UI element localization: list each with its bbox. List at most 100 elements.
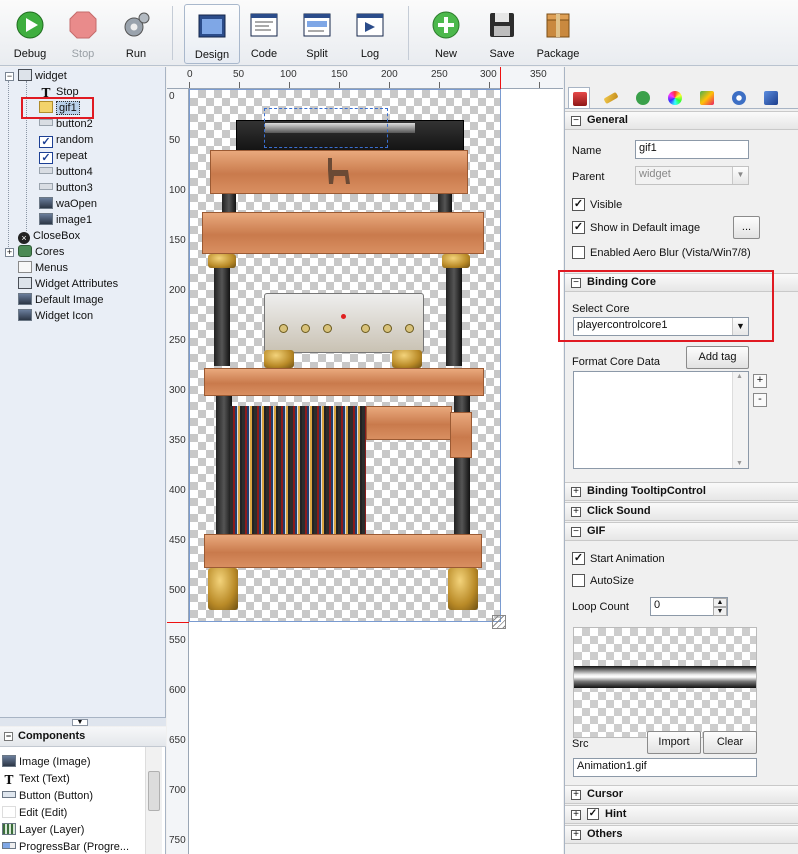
tab-effects[interactable] [696,87,718,108]
format-core-data-textarea[interactable]: ▲ ▼ [573,371,749,469]
scroll-up-icon[interactable]: ▲ [736,373,743,380]
tree-node-button4[interactable]: button4 [39,164,93,180]
section-gif[interactable]: − GIF [565,522,798,541]
expand-icon[interactable]: + [571,507,581,517]
tree-guide-line [8,81,9,253]
tab-general[interactable] [568,87,590,108]
component-text[interactable]: T Text (Text) [2,771,70,787]
widget-canvas[interactable] [189,89,501,622]
split-button[interactable]: Split [289,4,345,64]
tree-node-widget-attributes[interactable]: Widget Attributes [18,276,118,292]
design-canvas[interactable] [167,67,563,854]
button-icon [2,791,16,798]
section-cursor[interactable]: + Cursor [565,785,798,804]
collapse-icon[interactable]: − [4,732,13,741]
spin-down-icon[interactable]: ▼ [713,607,727,616]
log-button[interactable]: Log [342,4,398,64]
section-click-sound[interactable]: + Click Sound [565,502,798,521]
tree-node-cores[interactable]: + Cores [5,244,65,260]
collapse-icon[interactable]: − [571,527,581,537]
ruler-label: 550 [169,635,186,646]
resize-grip-icon[interactable] [492,615,506,629]
expand-toggle[interactable]: + [5,248,14,257]
tree-node-label: Cores [35,246,65,258]
spin-up-icon[interactable]: ▲ [713,598,727,607]
tree-node-label: image1 [56,214,93,226]
package-button[interactable]: Package [530,4,586,64]
tab-settings[interactable] [728,87,750,108]
chevron-down-icon[interactable]: ▼ [732,167,748,184]
chevron-down-icon[interactable]: ▼ [72,719,88,726]
code-button[interactable]: Code [236,4,292,64]
tree-node-widget[interactable]: − widget [5,68,67,84]
component-button[interactable]: Button (Button) [2,788,93,804]
show-default-checkbox[interactable]: ✓ [572,221,585,234]
textarea-scrollbar[interactable]: ▲ ▼ [732,372,748,468]
autosize-label: AutoSize [590,575,635,587]
scrollbar-thumb[interactable] [148,771,160,811]
aero-blur-checkbox[interactable] [572,246,585,259]
component-edit[interactable]: Edit (Edit) [2,805,67,821]
import-button[interactable]: Import [647,731,701,754]
src-field[interactable]: Animation1.gif [573,758,757,777]
components-scrollbar[interactable] [145,747,162,854]
tree-node-widget-icon[interactable]: Widget Icon [18,308,93,324]
loop-count-spinner[interactable]: ▲ ▼ [713,598,727,616]
panel-splitter[interactable]: ▼ [0,717,166,726]
tree-node-random[interactable]: ✓ random [39,132,93,148]
component-progressbar[interactable]: ProgressBar (Progre... [2,839,129,854]
start-animation-checkbox[interactable]: ✓ [572,552,585,565]
section-others[interactable]: + Others [565,825,798,844]
parent-dropdown[interactable]: widget ▼ [635,166,749,185]
tree-node-closebox[interactable]: × CloseBox [18,228,80,244]
expand-icon[interactable]: + [571,810,581,820]
component-image[interactable]: Image (Image) [2,754,91,770]
debug-button[interactable]: Debug [2,4,58,64]
button-icon [39,183,53,190]
blue-cube-icon [764,91,778,105]
section-binding-tooltip[interactable]: + Binding TooltipControl [565,482,798,501]
autosize-checkbox[interactable] [572,574,585,587]
edit-icon [2,806,16,818]
default-image-browse-button[interactable]: ... [733,216,760,239]
component-label: Edit (Edit) [19,807,68,819]
tree-node-label: waOpen [56,198,97,210]
visible-checkbox[interactable]: ✓ [572,198,585,211]
ruler-label: 250 [169,335,186,346]
section-hint[interactable]: + ✓ Hint [565,805,798,824]
tree-node-image1[interactable]: image1 [39,212,92,228]
tab-layout[interactable] [600,87,622,108]
save-button[interactable]: Save [474,4,530,64]
remove-row-button[interactable]: - [753,393,767,407]
ruler-label: 200 [169,285,186,296]
component-layer[interactable]: Layer (Layer) [2,822,84,838]
clear-button[interactable]: Clear [703,731,757,754]
new-button[interactable]: New [418,4,474,64]
gif1-selection-frame[interactable] [264,108,388,148]
expand-icon[interactable]: + [571,487,581,497]
tab-colors[interactable] [664,87,686,108]
add-row-button[interactable]: + [753,374,767,388]
run-button[interactable]: Run [108,4,164,64]
components-header[interactable]: − Components [0,727,166,747]
tree-node-repeat[interactable]: ✓ repeat [39,148,87,164]
scroll-down-icon[interactable]: ▼ [736,460,743,467]
tree-node-menus[interactable]: Menus [18,260,68,276]
expand-icon[interactable]: + [571,830,581,840]
tree-node-waopen[interactable]: waOpen [39,196,97,212]
collapse-toggle[interactable]: − [5,72,14,81]
tab-shapes[interactable] [632,87,654,108]
tree-node-button3[interactable]: button3 [39,180,93,196]
section-general[interactable]: − General [565,111,798,130]
stop-button[interactable]: Stop [55,4,111,64]
expand-icon[interactable]: + [571,790,581,800]
add-tag-button[interactable]: Add tag [686,346,749,369]
hint-checkbox[interactable]: ✓ [587,808,599,820]
tree-node-default-image[interactable]: Default Image [18,292,103,308]
ruler-label: 350 [169,435,186,446]
name-field[interactable]: gif1 [635,140,749,159]
tab-package[interactable] [760,87,782,108]
ruler-label: 250 [431,69,448,80]
collapse-icon[interactable]: − [571,116,581,126]
design-button[interactable]: Design [184,4,240,64]
